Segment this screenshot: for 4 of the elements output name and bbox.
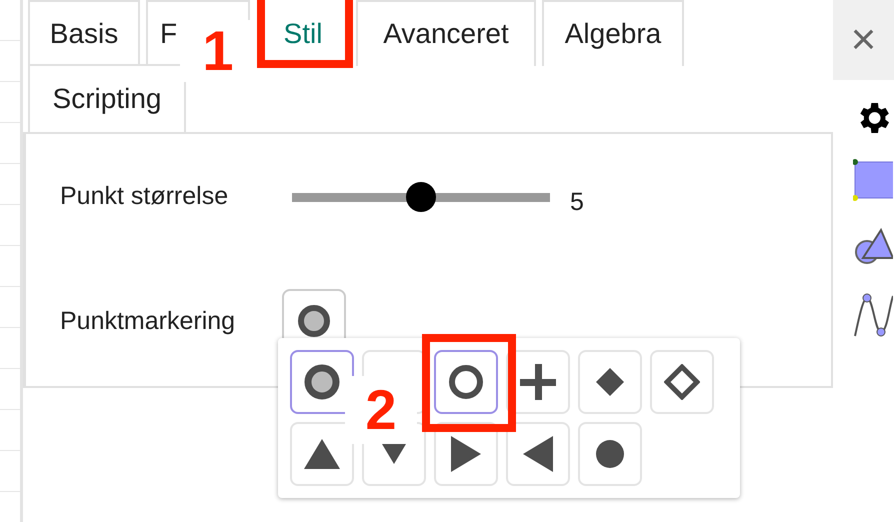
step-number-tooltip: 2: [345, 376, 417, 444]
slider-value: 5: [570, 188, 584, 217]
setting-label: Punkt størrelse: [60, 182, 230, 211]
setting-label: Punktmarkering: [60, 306, 236, 336]
